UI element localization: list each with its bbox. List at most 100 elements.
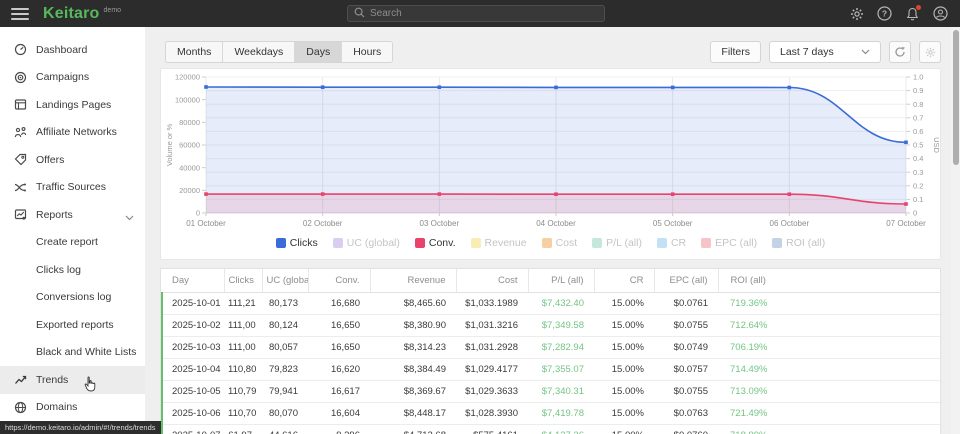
table-cell: 16,620 [308, 358, 370, 380]
legend-item[interactable]: CR [657, 237, 686, 249]
sidebar-item-offers[interactable]: Offers [0, 146, 145, 174]
svg-text:0.7: 0.7 [913, 113, 923, 122]
date-range-select[interactable]: Last 7 days [769, 41, 881, 63]
legend-swatch-icon [471, 238, 481, 248]
table-cell: 15.00% [594, 314, 654, 336]
offers-icon [13, 153, 27, 166]
sidebar: Dashboard Campaigns Landings Pages Affil… [0, 27, 145, 434]
table-column-header[interactable]: UC (global) [262, 269, 308, 292]
sidebar-item-domains[interactable]: Domains [0, 394, 145, 422]
tab-days[interactable]: Days [295, 42, 342, 62]
sidebar-item-black-and-white-lists[interactable]: Black and White Lists [0, 339, 145, 367]
table-cell: $1,028.3930 [456, 402, 528, 424]
table-cell: 712.64% [718, 314, 940, 336]
sidebar-item-affiliate-networks[interactable]: Affiliate Networks [0, 119, 145, 147]
svg-text:40000: 40000 [179, 163, 200, 172]
table-column-header[interactable]: Day [162, 269, 224, 292]
table-cell: 111,00 [224, 314, 262, 336]
table-cell: $0.0757 [654, 358, 718, 380]
legend-item[interactable]: Clicks [276, 237, 318, 249]
sidebar-item-conversions-log[interactable]: Conversions log [0, 284, 145, 312]
svg-text:06 October: 06 October [770, 219, 810, 228]
sidebar-item-landings-pages[interactable]: Landings Pages [0, 91, 145, 119]
scrollbar-track[interactable] [951, 27, 960, 434]
legend-item[interactable]: EPC (all) [701, 237, 757, 249]
table-cell: $1,029.4177 [456, 358, 528, 380]
sidebar-item-create-report[interactable]: Create report [0, 229, 145, 257]
sidebar-item-clicks-log[interactable]: Clicks log [0, 256, 145, 284]
table-cell: $0.0749 [654, 336, 718, 358]
table-cell: 110,80 [224, 358, 262, 380]
legend-swatch-icon [333, 238, 343, 248]
table-column-header[interactable]: Cost [456, 269, 528, 292]
table-cell: 2025-10-01 [162, 292, 224, 314]
table-cell: $8,369.67 [370, 380, 456, 402]
svg-text:80000: 80000 [179, 118, 200, 127]
table-cell: 15.00% [594, 380, 654, 402]
notifications-bell-icon[interactable] [905, 6, 920, 21]
table-cell: $0.0755 [654, 380, 718, 402]
brand[interactable]: Keitaro demo [43, 6, 121, 22]
legend-item[interactable]: ROI (all) [772, 237, 825, 249]
sidebar-item-campaigns[interactable]: Campaigns [0, 64, 145, 92]
trends-table: DayClicksUC (global)Conv.RevenueCostP/L … [161, 269, 940, 434]
svg-text:0.3: 0.3 [913, 168, 923, 177]
top-header: Keitaro demo ? [0, 0, 960, 27]
table-cell: 15.00% [594, 402, 654, 424]
legend-item[interactable]: Revenue [471, 237, 527, 249]
table-cell: $0.0761 [654, 292, 718, 314]
legend-item[interactable]: Conv. [415, 237, 456, 249]
filters-button[interactable]: Filters [710, 41, 761, 63]
sidebar-item-exported-reports[interactable]: Exported reports [0, 311, 145, 339]
sidebar-item-dashboard[interactable]: Dashboard [0, 36, 145, 64]
sidebar-item-trends[interactable]: Trends [0, 366, 145, 394]
table-cell: $8,465.60 [370, 292, 456, 314]
table-cell: $0.0760 [654, 424, 718, 434]
table-cell: 111,00 [224, 336, 262, 358]
table-cell: 9,296 [308, 424, 370, 434]
table-cell: $7,349.58 [528, 314, 594, 336]
table-cell: 15.00% [594, 336, 654, 358]
sidebar-item-traffic-sources[interactable]: Traffic Sources [0, 174, 145, 202]
table-column-header[interactable]: Revenue [370, 269, 456, 292]
legend-item[interactable]: UC (global) [333, 237, 400, 249]
scrollbar-thumb[interactable] [953, 30, 959, 165]
table-cell: 721.49% [718, 402, 940, 424]
table-cell: 2025-10-02 [162, 314, 224, 336]
search-box[interactable] [347, 5, 605, 22]
refresh-button[interactable] [889, 41, 911, 63]
settings-gear-icon[interactable] [849, 6, 864, 21]
table-column-header[interactable]: P/L (all) [528, 269, 594, 292]
sidebar-item-reports[interactable]: Reports [0, 201, 145, 229]
table-cell: $4,137.26 [528, 424, 594, 434]
brand-logo: Keitaro [43, 6, 100, 22]
tab-weekdays[interactable]: Weekdays [223, 42, 295, 62]
svg-text:0.1: 0.1 [913, 195, 923, 204]
table-column-header[interactable]: ROI (all) [718, 269, 940, 292]
account-icon[interactable] [933, 6, 948, 21]
table-cell: 15.00% [594, 358, 654, 380]
table-cell: 16,617 [308, 380, 370, 402]
table-column-header[interactable]: EPC (all) [654, 269, 718, 292]
trends-table-card: DayClicksUC (global)Conv.RevenueCostP/L … [160, 268, 941, 434]
legend-item[interactable]: Cost [542, 237, 578, 249]
table-cell: $4,712.68 [370, 424, 456, 434]
table-cell: 2025-10-06 [162, 402, 224, 424]
table-column-header[interactable]: Clicks [224, 269, 262, 292]
table-column-header[interactable]: CR [594, 269, 654, 292]
svg-text:USD: USD [932, 137, 940, 153]
tab-months[interactable]: Months [166, 42, 223, 62]
search-input[interactable] [370, 8, 598, 19]
tab-hours[interactable]: Hours [342, 42, 392, 62]
table-header-row: DayClicksUC (global)Conv.RevenueCostP/L … [162, 269, 940, 292]
legend-swatch-icon [276, 238, 286, 248]
menu-icon[interactable] [11, 8, 29, 20]
svg-text:0.6: 0.6 [913, 127, 923, 136]
chart-settings-button[interactable] [919, 41, 941, 63]
table-column-header[interactable]: Conv. [308, 269, 370, 292]
legend-swatch-icon [592, 238, 602, 248]
table-cell: $7,432.40 [528, 292, 594, 314]
table-cell: 706.19% [718, 336, 940, 358]
legend-item[interactable]: P/L (all) [592, 237, 642, 249]
help-icon[interactable]: ? [877, 6, 892, 21]
